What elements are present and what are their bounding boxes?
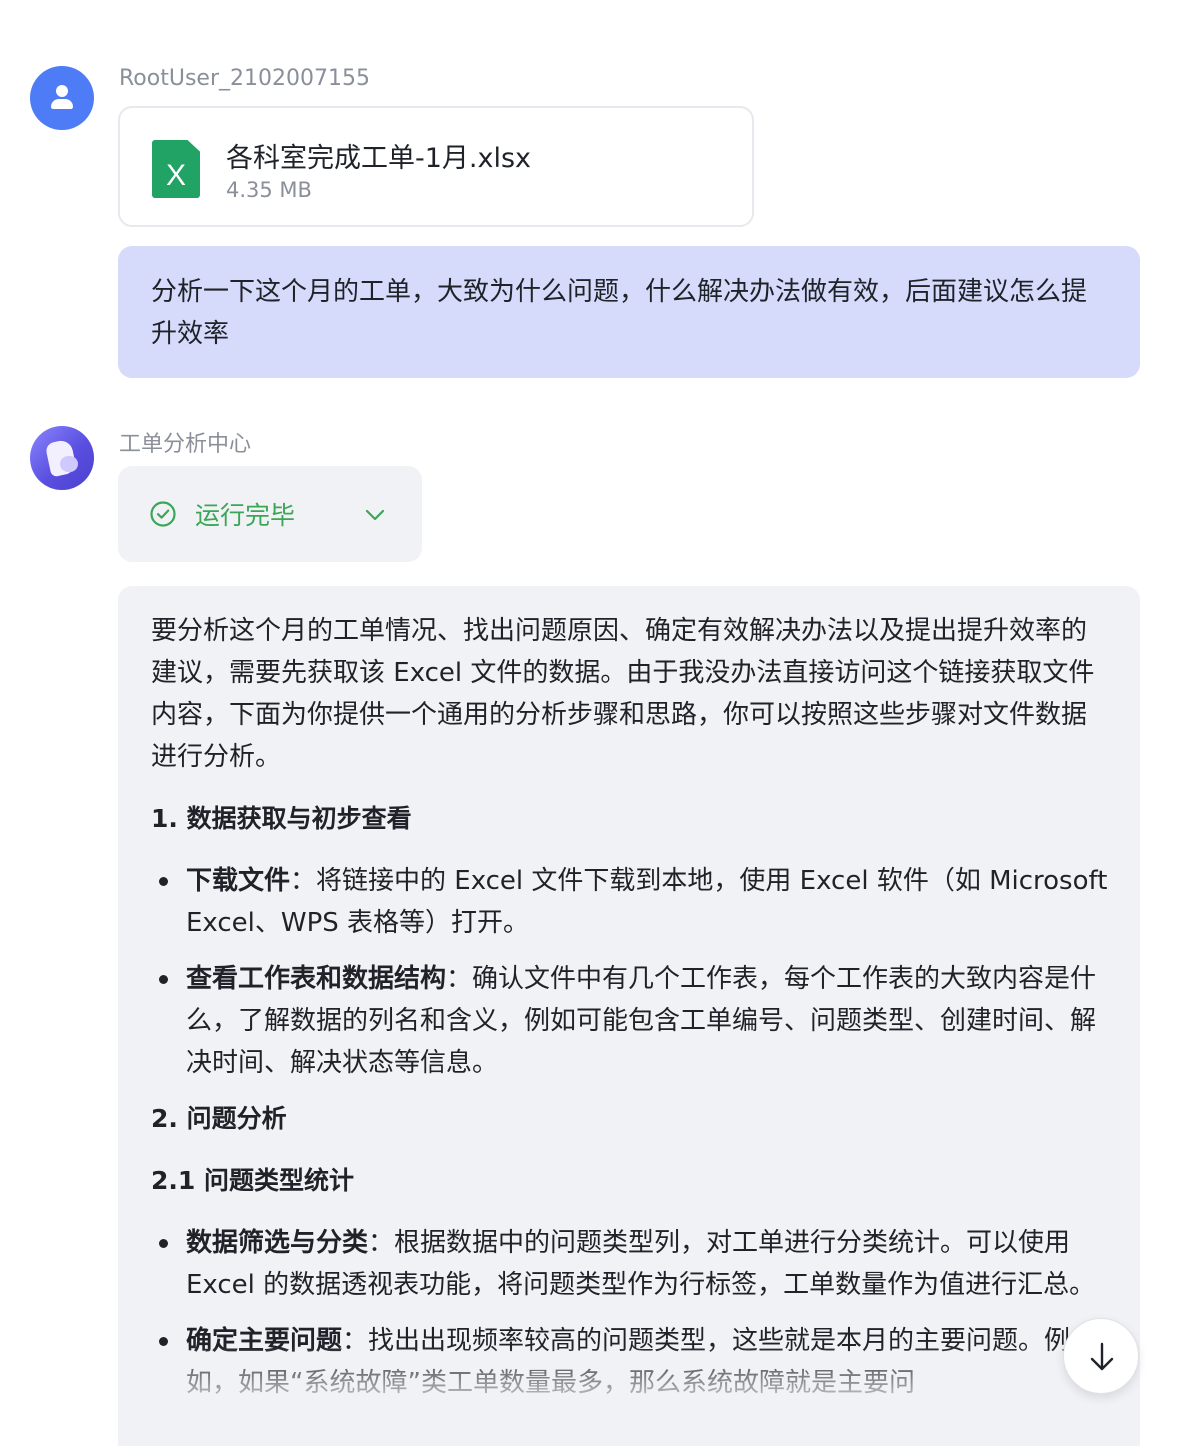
answer-intro: 要分析这个月的工单情况、找出问题原因、确定有效解决办法以及提出提升效率的建议，需… — [151, 616, 1095, 772]
list-item: 查看工作表和数据结构：确认文件中有几个工作表，每个工作表的大致内容是什么，了解数… — [151, 958, 1111, 1084]
section1-list: 下载文件：将链接中的 Excel 文件下载到本地，使用 Excel 软件（如 M… — [151, 860, 1111, 1084]
list-item: 下载文件：将链接中的 Excel 文件下载到本地，使用 Excel 软件（如 M… — [151, 860, 1111, 944]
arrow-down-icon — [1090, 1342, 1114, 1371]
user-message-text: 分析一下这个月的工单，大致为什么问题，什么解决办法做有效，后面建议怎么提升效率 — [151, 277, 1088, 349]
run-status-toggle[interactable]: 运行完毕 — [118, 466, 422, 562]
user-icon — [56, 85, 68, 97]
run-status-label: 运行完毕 — [195, 501, 296, 530]
section-heading: 1. 数据获取与初步查看 — [151, 804, 412, 833]
section21-list: 数据筛选与分类：根据数据中的问题类型列，对工单进行分类统计。可以使用 Excel… — [151, 1222, 1111, 1404]
excel-file-icon: X — [152, 140, 200, 198]
chevron-down-icon[interactable] — [364, 504, 386, 526]
excel-file-icon-letter: X — [165, 159, 186, 192]
list-item: 数据筛选与分类：根据数据中的问题类型列，对工单进行分类统计。可以使用 Excel… — [151, 1222, 1111, 1306]
list-item: 确定主要问题：找出出现频率较高的问题类型，这些就是本月的主要问题。例如，如果“系… — [151, 1320, 1111, 1404]
list-item-title: 查看工作表和数据结构 — [186, 964, 447, 994]
bot-sender-name: 工单分析中心 — [119, 432, 252, 457]
file-name: 各科室完成工单-1月.xlsx — [226, 143, 532, 174]
answer-content: 要分析这个月的工单情况、找出问题原因、确定有效解决办法以及提出提升效率的建议，需… — [151, 610, 1111, 1418]
user-message-bubble: 分析一下这个月的工单，大致为什么问题，什么解决办法做有效，后面建议怎么提升效率 — [118, 246, 1140, 378]
file-size: 4.35 MB — [226, 178, 312, 202]
list-item-title: 确定主要问题 — [186, 1326, 343, 1356]
list-item-title: 数据筛选与分类 — [186, 1228, 369, 1258]
user-avatar — [30, 66, 94, 130]
bot-answer-card: 要分析这个月的工单情况、找出问题原因、确定有效解决办法以及提出提升效率的建议，需… — [118, 586, 1140, 1446]
scroll-to-bottom-button[interactable] — [1063, 1318, 1139, 1394]
section-heading: 2. 问题分析 — [151, 1104, 287, 1133]
file-attachment-card[interactable]: X 各科室完成工单-1月.xlsx 4.35 MB — [118, 106, 754, 227]
user-sender-name: RootUser_2102007155 — [119, 66, 370, 91]
chat-page: RootUser_2102007155 X 各科室完成工单-1月.xlsx 4.… — [0, 0, 1190, 1446]
subsection-heading: 2.1 问题类型统计 — [151, 1166, 354, 1195]
bot-avatar — [30, 426, 94, 490]
check-circle-icon — [150, 501, 176, 527]
list-item-text: ：将链接中的 Excel 文件下载到本地，使用 Excel 软件（如 Micro… — [186, 866, 1108, 938]
list-item-title: 下载文件 — [186, 866, 291, 896]
